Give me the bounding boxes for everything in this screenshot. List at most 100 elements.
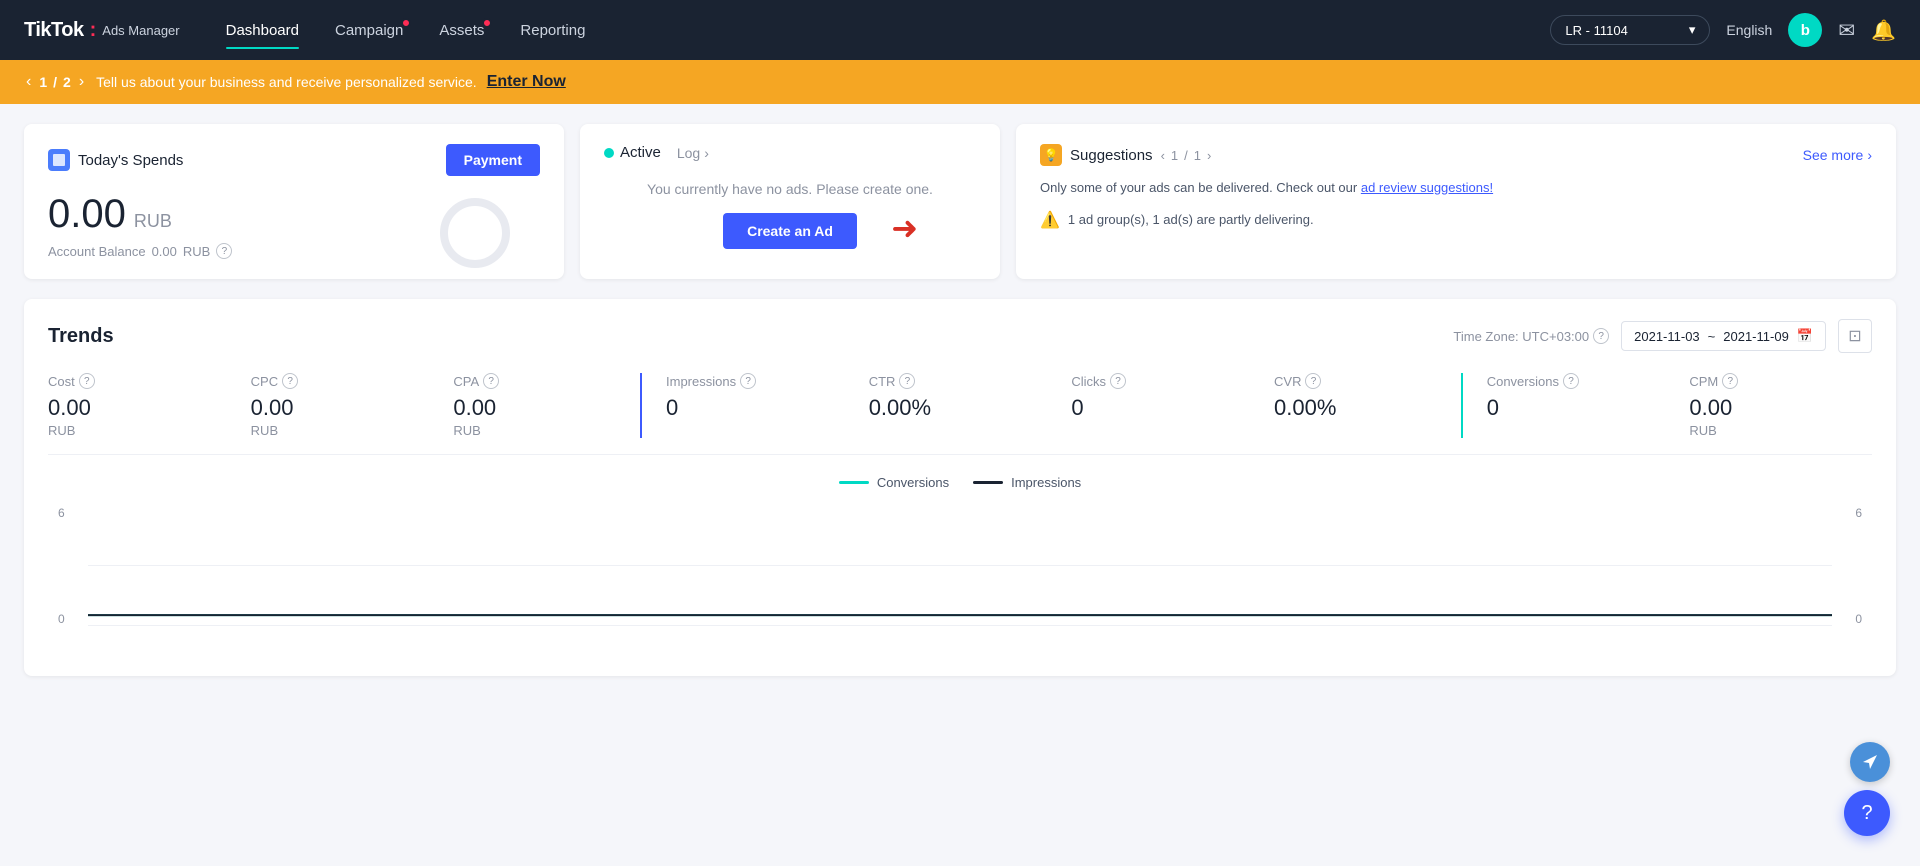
conversions-info-icon[interactable]: ? bbox=[1563, 373, 1579, 389]
chart-legend: Conversions Impressions bbox=[48, 475, 1872, 490]
nav-item-reporting[interactable]: Reporting bbox=[506, 14, 599, 47]
no-ads-text: You currently have no ads. Please create… bbox=[604, 181, 976, 197]
spends-card-header: Today's Spends Payment bbox=[48, 144, 540, 176]
legend-impressions: Impressions bbox=[973, 475, 1081, 490]
announcement-page-separator: / bbox=[53, 74, 57, 90]
bell-icon[interactable]: 🔔 bbox=[1871, 18, 1896, 43]
calendar-icon: 📅 bbox=[1797, 328, 1813, 344]
suggestions-next-icon[interactable]: › bbox=[1207, 148, 1211, 163]
log-link[interactable]: Log › bbox=[677, 145, 709, 161]
logo-tiktok-text: TikTok bbox=[24, 19, 84, 42]
assets-badge bbox=[482, 18, 492, 28]
suggestions-title: Suggestions bbox=[1070, 147, 1153, 164]
balance-value: 0.00 bbox=[152, 244, 177, 259]
avatar[interactable]: b bbox=[1788, 13, 1822, 47]
help-float-button[interactable]: ? bbox=[1844, 790, 1890, 836]
suggestions-nav: ‹ 1 / 1 › bbox=[1161, 148, 1212, 163]
y-axis-right: 6 0 bbox=[1855, 506, 1862, 626]
metric-divider-teal bbox=[1461, 373, 1463, 438]
metric-conversions: Conversions ? 0 bbox=[1467, 373, 1670, 438]
donut-chart bbox=[440, 198, 510, 268]
chart-svg bbox=[88, 506, 1832, 625]
spends-card: Today's Spends Payment 0.00 RUB Account … bbox=[24, 124, 564, 279]
see-more-chevron-icon: › bbox=[1867, 147, 1872, 163]
tiktok-float-button[interactable] bbox=[1850, 742, 1890, 782]
metric-divider-blue bbox=[640, 373, 642, 438]
chart-svg-area bbox=[88, 506, 1832, 626]
mail-icon[interactable]: ✉ bbox=[1838, 18, 1855, 43]
nav-item-campaign[interactable]: Campaign bbox=[321, 14, 417, 47]
announcement-bar: ‹ 1 / 2 › Tell us about your business an… bbox=[0, 60, 1920, 104]
cards-row: Today's Spends Payment 0.00 RUB Account … bbox=[24, 124, 1896, 279]
warning-row: ⚠️ 1 ad group(s), 1 ad(s) are partly del… bbox=[1040, 210, 1872, 230]
metric-cpm: CPM ? 0.00 RUB bbox=[1669, 373, 1872, 438]
timezone-info-icon[interactable]: ? bbox=[1593, 328, 1609, 344]
trends-section: Trends Time Zone: UTC+03:00 ? 2021-11-03… bbox=[24, 299, 1896, 676]
logo[interactable]: TikTok: Ads Manager bbox=[24, 19, 180, 42]
trends-title: Trends bbox=[48, 325, 114, 348]
balance-info-icon[interactable]: ? bbox=[216, 243, 232, 259]
campaign-badge bbox=[401, 18, 411, 28]
date-range-picker[interactable]: 2021-11-03 ~ 2021-11-09 📅 bbox=[1621, 321, 1826, 351]
ctr-info-icon[interactable]: ? bbox=[899, 373, 915, 389]
spends-title-row: Today's Spends bbox=[48, 149, 183, 171]
nav-item-dashboard[interactable]: Dashboard bbox=[212, 14, 313, 47]
announcement-page-current: 1 bbox=[39, 74, 47, 90]
main-content: Today's Spends Payment 0.00 RUB Account … bbox=[0, 104, 1920, 696]
warning-text: 1 ad group(s), 1 ad(s) are partly delive… bbox=[1068, 212, 1314, 227]
trends-controls: Time Zone: UTC+03:00 ? 2021-11-03 ~ 2021… bbox=[1453, 319, 1872, 353]
status-label: Active bbox=[620, 144, 661, 161]
send-icon bbox=[1860, 752, 1880, 772]
suggestions-body: Only some of your ads can be delivered. … bbox=[1040, 178, 1872, 198]
announcement-link[interactable]: Enter Now bbox=[487, 73, 566, 91]
metric-cpa: CPA ? 0.00 RUB bbox=[433, 373, 636, 438]
language-button[interactable]: English bbox=[1726, 22, 1772, 38]
legend-conversions: Conversions bbox=[839, 475, 949, 490]
create-ad-wrapper: ➜ Create an Ad bbox=[604, 213, 976, 249]
logo-sub-text: Ads Manager bbox=[102, 23, 179, 38]
announcement-text: Tell us about your business and receive … bbox=[96, 74, 477, 90]
chart-area: Conversions Impressions 6 0 bbox=[48, 475, 1872, 656]
account-selector[interactable]: LR - 11104 ▾ bbox=[1550, 15, 1710, 45]
suggestions-icon: 💡 bbox=[1040, 144, 1062, 166]
chart-container: 6 0 6 0 bbox=[58, 506, 1862, 646]
nav-right: LR - 11104 ▾ English b ✉ 🔔 bbox=[1550, 13, 1896, 47]
trends-header: Trends Time Zone: UTC+03:00 ? 2021-11-03… bbox=[48, 319, 1872, 353]
cost-info-icon[interactable]: ? bbox=[79, 373, 95, 389]
active-card-header: Active Log › bbox=[604, 144, 976, 161]
suggestions-header: 💡 Suggestions ‹ 1 / 1 › See more › bbox=[1040, 144, 1872, 166]
spend-amount: 0.00 bbox=[48, 192, 126, 237]
payment-button[interactable]: Payment bbox=[446, 144, 540, 176]
suggestions-link[interactable]: ad review suggestions! bbox=[1361, 180, 1493, 195]
active-card: Active Log › You currently have no ads. … bbox=[580, 124, 1000, 279]
see-more-link[interactable]: See more › bbox=[1803, 147, 1872, 163]
timezone-label: Time Zone: UTC+03:00 ? bbox=[1453, 328, 1609, 344]
status-active: Active bbox=[604, 144, 661, 161]
impressions-info-icon[interactable]: ? bbox=[740, 373, 756, 389]
cpc-info-icon[interactable]: ? bbox=[282, 373, 298, 389]
metrics-row: Cost ? 0.00 RUB CPC ? 0.00 RUB CPA ? bbox=[48, 373, 1872, 455]
balance-currency: RUB bbox=[183, 244, 210, 259]
legend-dark-line bbox=[973, 481, 1003, 484]
suggestions-prev-icon[interactable]: ‹ bbox=[1161, 148, 1165, 163]
create-ad-button[interactable]: Create an Ad bbox=[723, 213, 857, 249]
cpa-info-icon[interactable]: ? bbox=[483, 373, 499, 389]
announcement-page-total: 2 bbox=[63, 74, 71, 90]
export-button[interactable]: ⊡ bbox=[1838, 319, 1872, 353]
cvr-info-icon[interactable]: ? bbox=[1305, 373, 1321, 389]
spends-icon bbox=[48, 149, 70, 171]
cpm-info-icon[interactable]: ? bbox=[1722, 373, 1738, 389]
metric-cvr: CVR ? 0.00% bbox=[1254, 373, 1457, 438]
spends-body: 0.00 RUB Account Balance 0.00 RUB ? bbox=[48, 192, 540, 259]
announcement-next-button[interactable]: › bbox=[77, 73, 86, 91]
legend-teal-line bbox=[839, 481, 869, 484]
announcement-prev-button[interactable]: ‹ bbox=[24, 73, 33, 91]
clicks-info-icon[interactable]: ? bbox=[1110, 373, 1126, 389]
suggestions-card: 💡 Suggestions ‹ 1 / 1 › See more › Onl bbox=[1016, 124, 1896, 279]
spends-title: Today's Spends bbox=[78, 152, 183, 169]
nav-item-assets[interactable]: Assets bbox=[425, 14, 498, 47]
metric-clicks: Clicks ? 0 bbox=[1051, 373, 1254, 438]
balance-label: Account Balance bbox=[48, 244, 146, 259]
suggestions-page-current: 1 bbox=[1171, 148, 1178, 163]
logo-colon: : bbox=[90, 19, 97, 42]
